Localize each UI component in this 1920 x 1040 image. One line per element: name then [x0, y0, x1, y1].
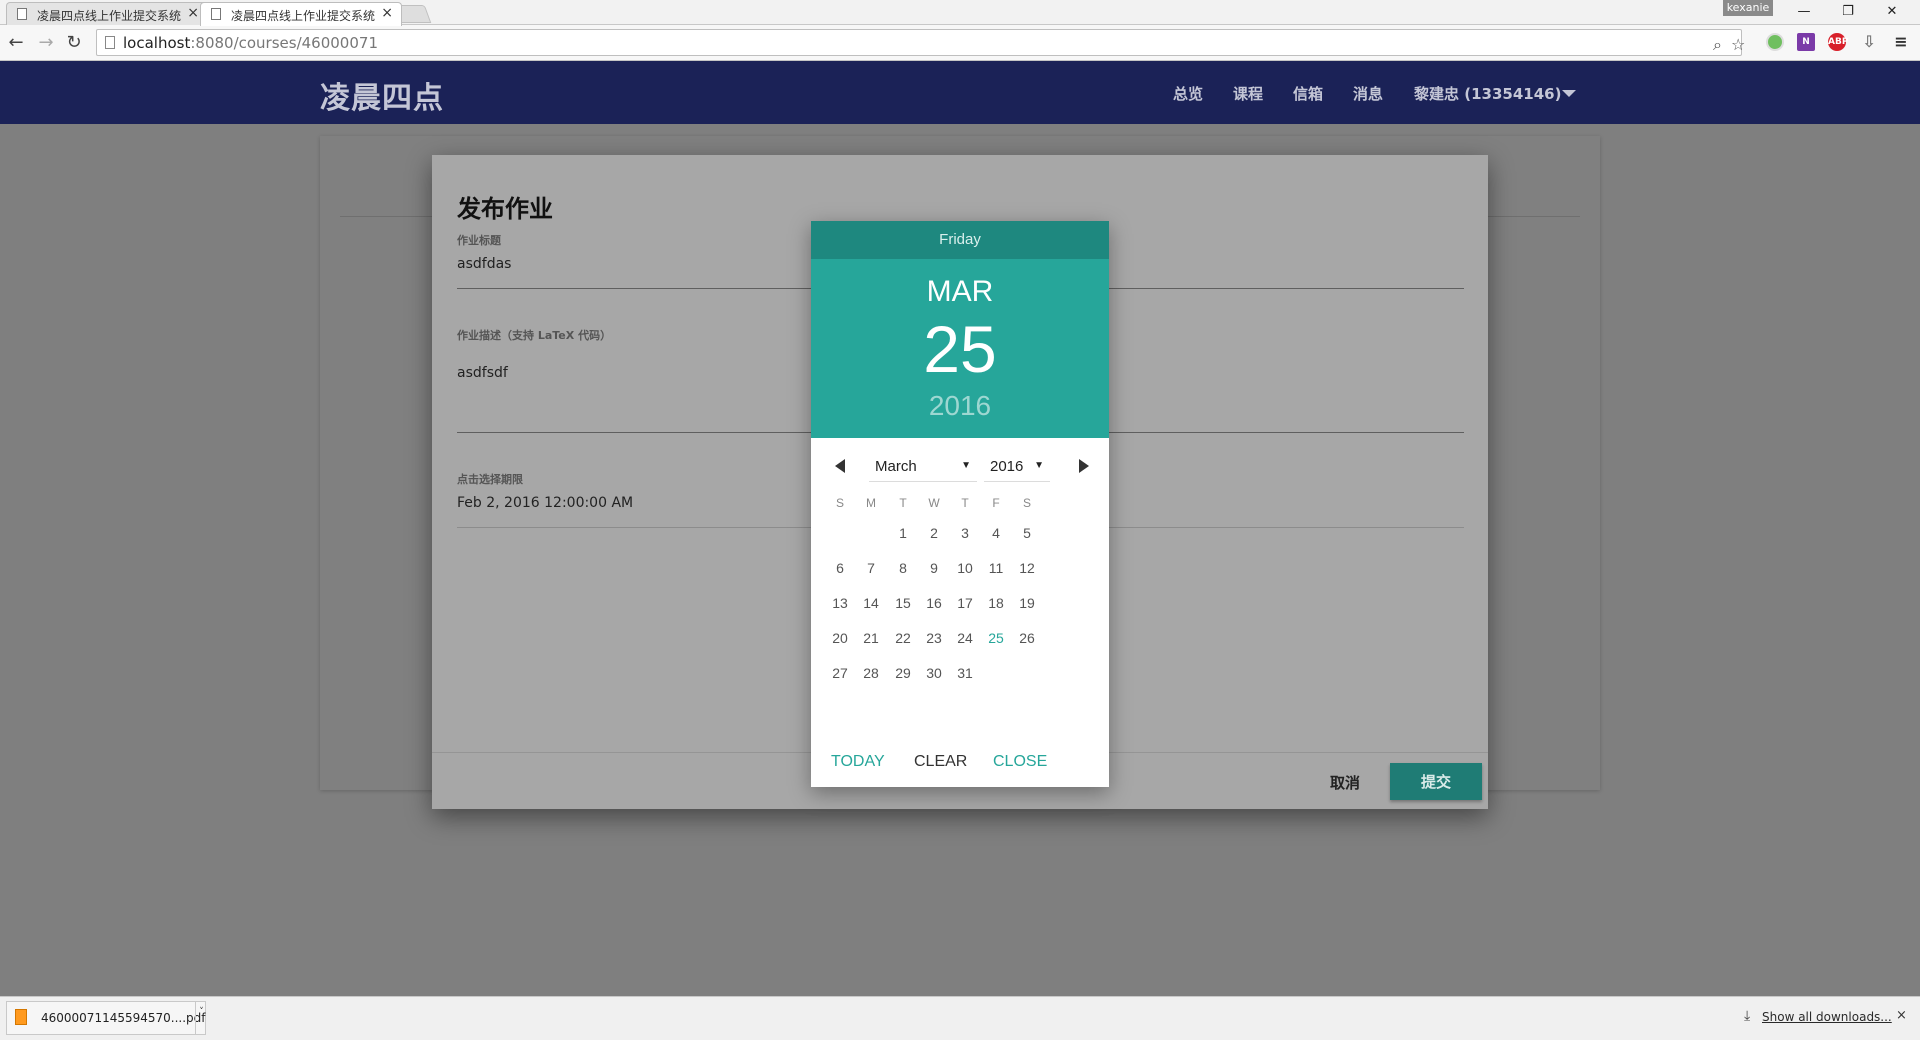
- url-text: localhost:8080/courses/46000071: [123, 34, 378, 52]
- desc-field-input[interactable]: asdfsdf: [457, 365, 508, 381]
- today-button[interactable]: TODAY: [831, 753, 885, 771]
- downloads-bar: 46000071145594570....pdf ˅ ⤓ Show all do…: [0, 996, 1920, 1040]
- calendar-day[interactable]: 31: [946, 665, 984, 681]
- deadline-field-input[interactable]: Feb 2, 2016 12:00:00 AM: [457, 495, 633, 511]
- brand-logo[interactable]: 凌晨四点: [320, 73, 444, 117]
- date-picker: Friday MAR 25 2016 March ▼ 2016 ▼ SMTWTF…: [811, 221, 1109, 787]
- year-select-value: 2016: [990, 458, 1024, 475]
- desc-field-label: 作业描述（支持 LaTeX 代码）: [457, 329, 612, 342]
- bookmark-star-icon[interactable]: ☆: [1731, 35, 1745, 54]
- browser-toolbar: ← → ↻ localhost:8080/courses/46000071 ⌕ …: [0, 25, 1920, 61]
- forward-icon[interactable]: →: [34, 31, 58, 55]
- user-menu-caret-icon[interactable]: [1562, 90, 1576, 97]
- dialog-title: 发布作业: [457, 195, 553, 223]
- pdf-file-icon: [15, 1009, 27, 1025]
- adblock-icon[interactable]: ABP: [1828, 33, 1848, 51]
- header-overlay: [0, 61, 1920, 124]
- year-select[interactable]: 2016 ▼: [984, 451, 1050, 482]
- download-file-name: 46000071145594570....pdf: [41, 1011, 206, 1025]
- cancel-button[interactable]: 取消: [1330, 772, 1360, 793]
- page-info-icon[interactable]: [105, 36, 115, 49]
- zoom-icon[interactable]: ⌕: [1713, 35, 1722, 55]
- url-host: localhost: [123, 34, 191, 52]
- submit-button[interactable]: 提交: [1390, 763, 1482, 800]
- app-header: 凌晨四点 总览 课程 信箱 消息 黎建忠 (13354146): [0, 61, 1920, 124]
- weekday-header: S: [1022, 496, 1031, 510]
- tab-close-icon[interactable]: ×: [187, 5, 199, 21]
- browser-tab-strip: 凌晨四点线上作业提交系统 × 凌晨四点线上作业提交系统 × kexanie — …: [0, 0, 1920, 26]
- picker-month: MAR: [926, 275, 994, 308]
- picker-header: MAR 25 2016: [811, 259, 1109, 438]
- picker-year[interactable]: 2016: [811, 390, 1109, 422]
- calendar-day[interactable]: 5: [1008, 525, 1046, 541]
- prev-month-icon[interactable]: [831, 456, 851, 476]
- nav-user[interactable]: 黎建忠 (13354146): [1414, 83, 1561, 104]
- clear-button[interactable]: CLEAR: [914, 753, 967, 771]
- dropdown-arrow-icon: ▼: [961, 460, 971, 471]
- url-path: :8080/courses/46000071: [190, 34, 378, 52]
- downloads-icon: ⤓: [1744, 1008, 1751, 1024]
- nav-overview[interactable]: 总览: [1173, 83, 1203, 104]
- download-item[interactable]: 46000071145594570....pdf ˅: [6, 1001, 206, 1035]
- dropdown-arrow-icon: ▼: [1034, 460, 1044, 471]
- download-options-icon[interactable]: ˅: [195, 1002, 207, 1034]
- calendar-day[interactable]: 26: [1008, 630, 1046, 646]
- browser-tab-active[interactable]: 凌晨四点线上作业提交系统 ×: [200, 2, 402, 26]
- back-icon[interactable]: ←: [4, 31, 28, 55]
- profile-badge[interactable]: kexanie: [1723, 0, 1773, 16]
- next-month-icon[interactable]: [1073, 456, 1093, 476]
- tab-close-icon[interactable]: ×: [381, 5, 393, 21]
- close-button[interactable]: CLOSE: [993, 753, 1047, 771]
- restore-icon[interactable]: ❐: [1828, 0, 1868, 24]
- tab-title: 凌晨四点线上作业提交系统: [37, 9, 182, 23]
- menu-icon[interactable]: ≡: [1892, 33, 1910, 51]
- reload-icon[interactable]: ↻: [62, 31, 86, 55]
- address-bar[interactable]: localhost:8080/courses/46000071 ⌕ ☆: [96, 29, 1745, 56]
- onenote-icon[interactable]: N: [1797, 33, 1815, 51]
- window-close-icon[interactable]: ✕: [1872, 0, 1912, 24]
- picker-day: 25: [923, 312, 997, 386]
- nav-mailbox[interactable]: 信箱: [1293, 83, 1323, 104]
- deadline-field-label: 点击选择期限: [457, 473, 523, 486]
- title-field-label: 作业标题: [457, 234, 501, 247]
- title-field-input[interactable]: asdfdas: [457, 256, 511, 272]
- nav-courses[interactable]: 课程: [1233, 83, 1263, 104]
- page-icon: [17, 8, 27, 20]
- month-select[interactable]: March ▼: [869, 451, 977, 482]
- month-select-value: March: [875, 458, 917, 475]
- tab-title: 凌晨四点线上作业提交系统: [231, 9, 376, 23]
- minimize-icon[interactable]: —: [1784, 0, 1824, 24]
- calendar-day[interactable]: 19: [1008, 595, 1046, 611]
- camera-icon[interactable]: [1766, 33, 1784, 51]
- picker-weekday: Friday: [811, 221, 1109, 259]
- page-icon: [211, 8, 221, 20]
- downloads-close-icon[interactable]: ×: [1896, 1008, 1907, 1023]
- show-all-downloads-link[interactable]: Show all downloads...: [1762, 1010, 1892, 1024]
- nav-messages[interactable]: 消息: [1353, 83, 1383, 104]
- browser-tab[interactable]: 凌晨四点线上作业提交系统 ×: [6, 2, 208, 25]
- download-icon[interactable]: ⇩: [1860, 33, 1878, 51]
- calendar-day[interactable]: 12: [1008, 560, 1046, 576]
